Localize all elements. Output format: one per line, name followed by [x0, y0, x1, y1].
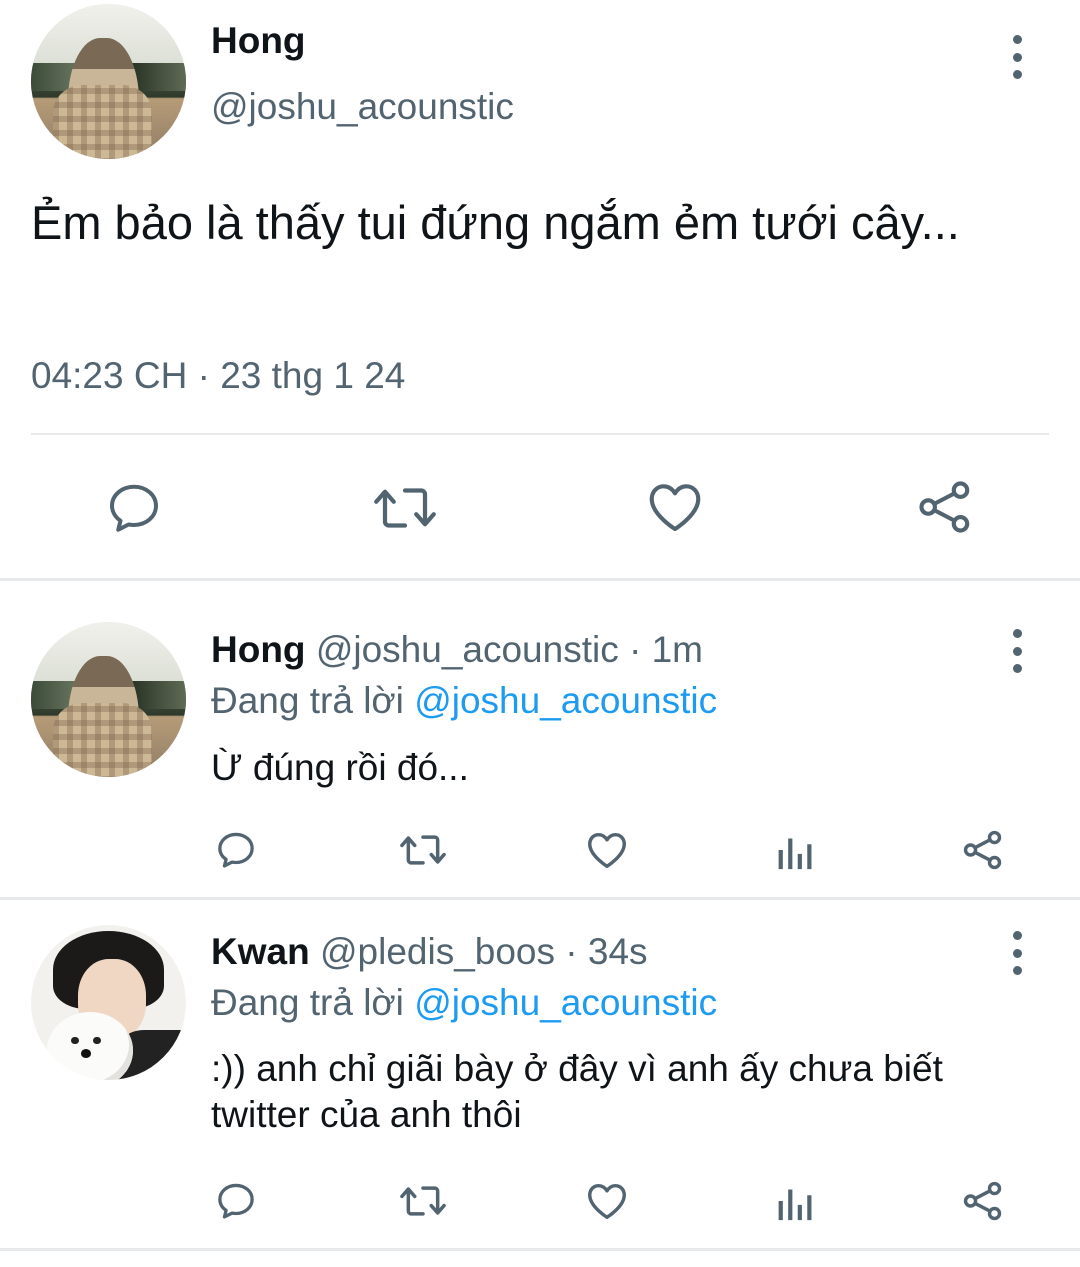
replying-to: Đang trả lời @joshu_acounstic: [211, 680, 717, 722]
author-name[interactable]: Kwan: [211, 931, 310, 972]
retweet-icon[interactable]: [398, 1179, 448, 1223]
reply-icon[interactable]: [214, 828, 258, 872]
analytics-icon[interactable]: [774, 829, 818, 871]
like-icon[interactable]: [584, 827, 630, 873]
reply-icon[interactable]: [104, 478, 164, 538]
reply-time: · 34s: [555, 931, 648, 972]
avatar[interactable]: [31, 622, 186, 777]
replying-label: Đang trả lời: [211, 680, 415, 721]
more-options-icon[interactable]: [1005, 35, 1029, 79]
reply-text: Ừ đúng rồi đó...: [211, 747, 469, 788]
avatar[interactable]: [31, 925, 186, 1080]
divider: [0, 1248, 1080, 1251]
replying-label: Đang trả lời: [211, 982, 415, 1023]
share-icon[interactable]: [960, 1178, 1006, 1224]
like-icon[interactable]: [584, 1178, 630, 1224]
like-icon[interactable]: [644, 476, 706, 538]
reply-tweet[interactable]: Kwan @pledis_boos · 34s Đang trả lời @jo…: [0, 900, 1080, 1250]
tweet-thread: Hong @joshu_acounstic Ẻm bảo là thấy tui…: [0, 0, 1080, 1267]
reply-text: :)) anh chỉ giãi bày ở đây vì anh ấy chư…: [211, 1048, 943, 1135]
tweet-action-bar: [0, 470, 1080, 546]
main-tweet: Hong @joshu_acounstic Ẻm bảo là thấy tui…: [0, 0, 1080, 580]
author-name[interactable]: Hong: [211, 629, 306, 670]
author-handle[interactable]: @pledis_boos: [320, 931, 555, 972]
more-options-icon[interactable]: [1005, 931, 1029, 975]
divider: [31, 433, 1049, 435]
tweet-text: Ẻm bảo là thấy tui đứng ngắm ẻm tưới cây…: [31, 196, 960, 249]
author-handle[interactable]: @joshu_acounstic: [316, 629, 619, 670]
author-handle[interactable]: @joshu_acounstic: [211, 86, 514, 128]
reply-time: · 1m: [618, 629, 703, 670]
analytics-icon[interactable]: [774, 1180, 818, 1222]
retweet-icon[interactable]: [398, 828, 448, 872]
mention-link[interactable]: @joshu_acounstic: [414, 982, 717, 1023]
share-icon[interactable]: [914, 476, 976, 538]
mention-link[interactable]: @joshu_acounstic: [414, 680, 717, 721]
replying-to: Đang trả lời @joshu_acounstic: [211, 982, 717, 1024]
share-icon[interactable]: [960, 827, 1006, 873]
reply-header: Kwan @pledis_boos · 34s: [211, 931, 648, 973]
more-options-icon[interactable]: [1005, 629, 1029, 673]
tweet-timestamp: 04:23 CH · 23 thg 1 24: [31, 355, 406, 396]
reply-header: Hong @joshu_acounstic · 1m: [211, 629, 703, 671]
reply-tweet[interactable]: Hong @joshu_acounstic · 1m Đang trả lời …: [0, 581, 1080, 897]
reply-icon[interactable]: [214, 1179, 258, 1223]
retweet-icon[interactable]: [372, 478, 438, 538]
avatar[interactable]: [31, 4, 186, 159]
author-name[interactable]: Hong: [211, 20, 306, 62]
